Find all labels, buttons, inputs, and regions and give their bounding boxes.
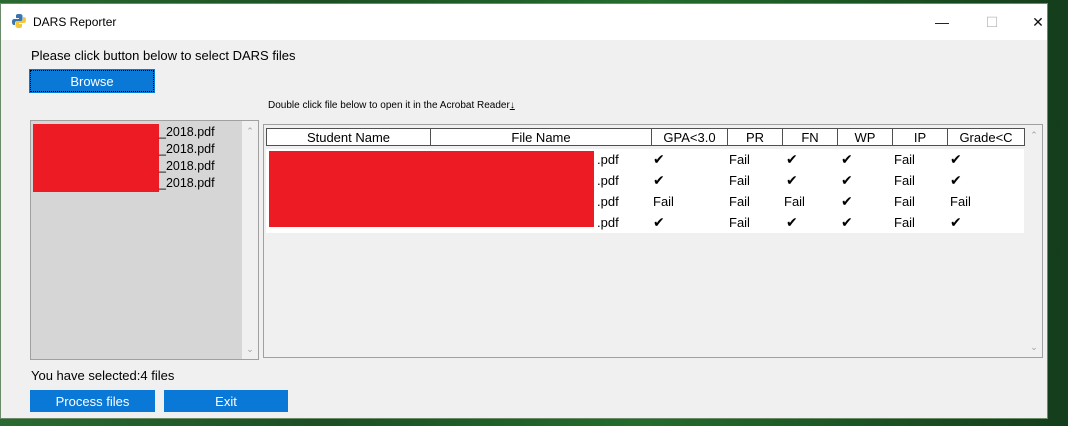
table-scrollbar[interactable]: ⌃ ⌄ [1026, 125, 1042, 357]
file-list-scrollbar[interactable]: ⌃ ⌄ [242, 121, 258, 359]
title-bar[interactable]: DARS Reporter — ☐ ✕ [1, 4, 1047, 40]
gpa-cell: ✔ [653, 172, 665, 188]
pr-cell: Fail [729, 194, 750, 209]
pr-cell: Fail [729, 173, 750, 188]
grade-cell: ✔ [950, 151, 962, 167]
maximize-button[interactable]: ☐ [969, 4, 1015, 40]
file-name-suffix: .pdf [597, 173, 619, 188]
column-header-gpa[interactable]: GPA<3.0 [651, 128, 728, 146]
table-body: .pdf ✔ Fail ✔ ✔ Fail ✔ .pdf ✔ Fail ✔ ✔ F… [266, 149, 1024, 233]
scroll-down-icon[interactable]: ⌄ [1026, 339, 1042, 355]
selection-status: You have selected:4 files [31, 368, 175, 383]
file-name-suffix: _2018.pdf [159, 176, 215, 190]
fn-cell: ✔ [786, 214, 798, 230]
hint-text: Double click file below to open it in th… [268, 100, 510, 111]
maximize-icon: ☐ [985, 13, 999, 30]
exit-button[interactable]: Exit [164, 390, 288, 412]
column-header-student-name[interactable]: Student Name [266, 128, 431, 146]
fn-cell: ✔ [786, 172, 798, 188]
close-button[interactable]: ✕ [1015, 4, 1061, 40]
file-list-body: _2018.pdf _2018.pdf _2018.pdf _2018.pdf [31, 121, 243, 359]
list-item[interactable]: _2018.pdf [31, 141, 243, 158]
column-header-pr[interactable]: PR [727, 128, 783, 146]
column-header-wp[interactable]: WP [837, 128, 893, 146]
gpa-cell: ✔ [653, 214, 665, 230]
select-files-prompt: Please click button below to select DARS… [31, 48, 296, 63]
file-name-suffix: _2018.pdf [159, 142, 215, 156]
pr-cell: Fail [729, 215, 750, 230]
wp-cell: ✔ [841, 214, 853, 230]
wp-cell: ✔ [841, 172, 853, 188]
window-title: DARS Reporter [33, 15, 117, 29]
table-header: Student Name File Name GPA<3.0 PR FN WP … [266, 128, 1025, 146]
redaction-block [33, 175, 159, 192]
list-item[interactable]: _2018.pdf [31, 124, 243, 141]
wp-cell: ✔ [841, 193, 853, 209]
file-name-suffix: .pdf [597, 194, 619, 209]
minimize-button[interactable]: — [919, 4, 965, 40]
redaction-block [33, 124, 159, 141]
gpa-cell: Fail [653, 194, 674, 209]
down-arrow-icon: ↓ [509, 100, 515, 111]
python-icon [12, 14, 26, 28]
file-name-suffix: .pdf [597, 152, 619, 167]
grade-cell: Fail [950, 194, 971, 209]
fn-cell: ✔ [786, 151, 798, 167]
column-header-file-name[interactable]: File Name [430, 128, 652, 146]
grade-cell: ✔ [950, 172, 962, 188]
minimize-icon: — [935, 14, 949, 30]
scroll-up-icon[interactable]: ⌃ [1026, 127, 1042, 143]
wp-cell: ✔ [841, 151, 853, 167]
selected-file-list[interactable]: _2018.pdf _2018.pdf _2018.pdf _2018.pdf … [30, 120, 259, 360]
browse-button[interactable]: Browse [29, 69, 155, 93]
list-item[interactable]: _2018.pdf [31, 175, 243, 192]
table-area: Student Name File Name GPA<3.0 PR FN WP … [266, 128, 1025, 356]
file-name-suffix: _2018.pdf [159, 125, 215, 139]
open-file-hint: Double click file below to open it in th… [268, 100, 515, 111]
scroll-down-icon[interactable]: ⌄ [242, 341, 258, 357]
redaction-block [33, 141, 159, 158]
file-name-suffix: .pdf [597, 215, 619, 230]
redaction-block [33, 158, 159, 175]
results-table[interactable]: Student Name File Name GPA<3.0 PR FN WP … [263, 124, 1043, 358]
ip-cell: Fail [894, 215, 915, 230]
gpa-cell: ✔ [653, 151, 665, 167]
grade-cell: ✔ [950, 214, 962, 230]
list-item[interactable]: _2018.pdf [31, 158, 243, 175]
redaction-block [269, 151, 594, 227]
file-name-suffix: _2018.pdf [159, 159, 215, 173]
column-header-fn[interactable]: FN [782, 128, 838, 146]
pr-cell: Fail [729, 152, 750, 167]
ip-cell: Fail [894, 152, 915, 167]
fn-cell: Fail [784, 194, 805, 209]
close-icon: ✕ [1032, 13, 1044, 30]
ip-cell: Fail [894, 173, 915, 188]
ip-cell: Fail [894, 194, 915, 209]
column-header-ip[interactable]: IP [892, 128, 948, 146]
column-header-grade[interactable]: Grade<C [947, 128, 1025, 146]
scroll-up-icon[interactable]: ⌃ [242, 123, 258, 139]
process-files-button[interactable]: Process files [30, 390, 155, 412]
app-window: DARS Reporter — ☐ ✕ Please click button … [0, 3, 1048, 419]
